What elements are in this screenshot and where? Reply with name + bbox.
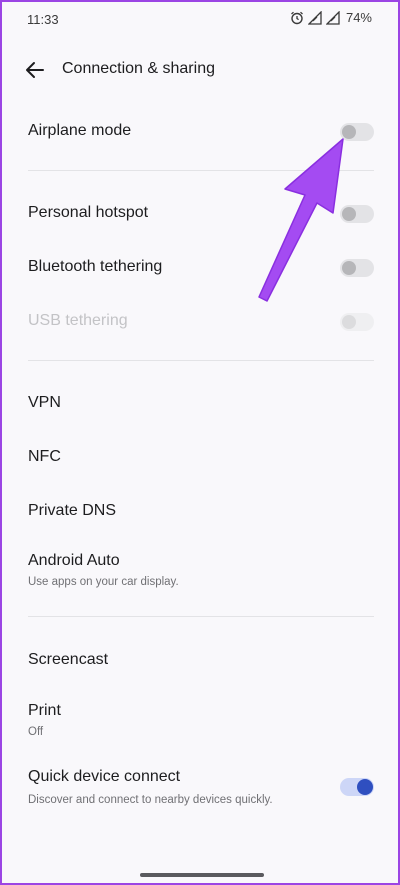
bluetooth-tethering-toggle[interactable] [340, 259, 374, 277]
private-dns-row[interactable]: Private DNS [2, 486, 398, 538]
quick-device-connect-row[interactable]: Quick device connect Discover and connec… [2, 756, 398, 820]
quick-device-connect-toggle[interactable] [340, 778, 374, 796]
airplane-mode-label: Airplane mode [28, 122, 132, 139]
alarm-icon [291, 11, 303, 24]
airplane-mode-row[interactable]: Airplane mode [2, 106, 398, 158]
toggle-knob [357, 779, 373, 795]
screencast-label: Screencast [28, 651, 109, 668]
print-subtitle: Off [28, 726, 44, 738]
bluetooth-tethering-row[interactable]: Bluetooth tethering [2, 242, 398, 294]
personal-hotspot-row[interactable]: Personal hotspot [2, 188, 398, 240]
battery-level: 74% [345, 10, 372, 25]
print-label: Print [28, 702, 61, 719]
nfc-label: NFC [28, 448, 61, 465]
vpn-row[interactable]: VPN [2, 378, 398, 430]
settings-screen: 11:33 74% Connection & sharing Airplane [2, 2, 398, 883]
toggle-knob [342, 261, 356, 275]
arrow-left-icon[interactable] [23, 58, 47, 82]
vpn-label: VPN [28, 394, 61, 411]
home-indicator [140, 873, 264, 877]
personal-hotspot-toggle[interactable] [340, 205, 374, 223]
quick-device-connect-label: Quick device connect [28, 768, 181, 785]
toggle-knob [342, 315, 356, 329]
signal-icon [307, 10, 322, 25]
bluetooth-tethering-label: Bluetooth tethering [28, 258, 163, 275]
page-title: Connection & sharing [62, 60, 215, 77]
status-bar: 11:33 74% [2, 2, 398, 36]
divider [28, 616, 374, 617]
signal-icon [325, 10, 340, 25]
private-dns-label: Private DNS [28, 502, 117, 519]
airplane-mode-toggle[interactable] [340, 123, 374, 141]
android-auto-row[interactable]: Android Auto Use apps on your car displa… [2, 540, 398, 604]
usb-tethering-label: USB tethering [28, 312, 128, 329]
usb-tethering-row: USB tethering [2, 296, 398, 348]
status-icons: 74% [290, 10, 372, 25]
print-row[interactable]: Print Off [2, 690, 398, 750]
divider [28, 360, 374, 361]
status-time: 11:33 [27, 12, 59, 27]
usb-tethering-toggle [340, 313, 374, 331]
personal-hotspot-label: Personal hotspot [28, 204, 149, 221]
app-bar: Connection & sharing [2, 48, 398, 92]
screencast-row[interactable]: Screencast [2, 634, 398, 686]
toggle-knob [342, 207, 356, 221]
quick-device-connect-subtitle: Discover and connect to nearby devices q… [28, 794, 273, 806]
divider [28, 170, 374, 171]
android-auto-label: Android Auto [28, 552, 120, 569]
nfc-row[interactable]: NFC [2, 432, 398, 484]
android-auto-subtitle: Use apps on your car display. [28, 576, 179, 588]
toggle-knob [342, 125, 356, 139]
